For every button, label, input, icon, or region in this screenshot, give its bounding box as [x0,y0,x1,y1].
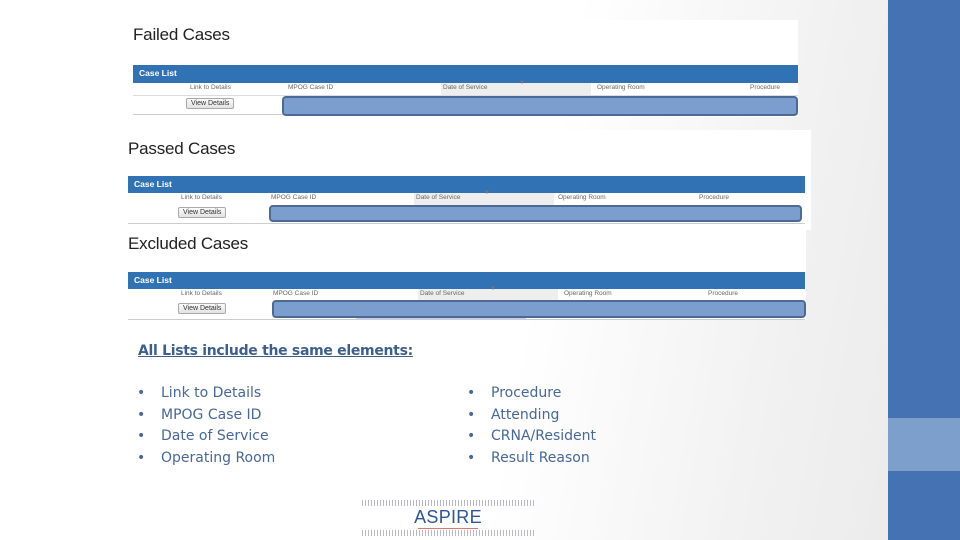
panel-title: Case List [134,179,172,189]
bullet-icon: • [137,406,146,423]
column-header[interactable]: MPOG Case ID [271,194,316,201]
side-bar-accent [888,418,960,471]
redaction-overlay [272,300,806,318]
list-item: • Procedure [467,385,562,401]
column-header[interactable]: Date of Service [420,290,464,297]
view-details-button[interactable]: View Details [178,303,227,314]
list-item: • Date of Service [137,428,269,445]
column-header[interactable]: Operating Room [597,84,645,91]
sort-caret-icon: ▼ [484,190,490,196]
logo-ruler-top [362,500,534,506]
sort-caret-icon: ▼ [490,286,496,292]
aspire-logo: ASPIRE [362,498,534,538]
bullet-icon: • [467,385,476,401]
column-header[interactable]: MPOG Case ID [288,84,333,91]
list-item: • CRNA/Resident [467,428,597,445]
view-details-button[interactable]: View Details [186,98,235,109]
summary-heading: All Lists include the same elements: [138,343,413,359]
column-header[interactable]: Link to Details [181,290,222,297]
elements-list-right: • Procedure • Attending • CRNA/Resident • Re… [467,385,596,472]
column-header[interactable]: Link to Details [181,194,222,201]
panel-title: Case List [139,68,177,78]
table-header: Link to Details MPOG Case ID Date of Ser… [133,80,798,96]
section-title: Passed Cases [128,139,236,158]
logo-text: ASPIRE [414,507,482,527]
pager-strip [356,318,526,320]
section-title: Excluded Cases [128,234,249,253]
excluded-cases-screenshot: Excluded Cases Case List Link to Details… [124,230,806,320]
bullet-icon: • [137,428,146,445]
column-header[interactable]: Procedure [699,194,729,201]
redaction-overlay [282,96,798,116]
case-list-panel-header: Case List [128,272,805,290]
column-header[interactable]: MPOG Case ID [273,290,318,297]
column-header[interactable]: Date of Service [443,84,487,91]
list-item: • MPOG Case ID [137,406,262,423]
column-header[interactable]: Date of Service [416,194,460,201]
sort-caret-icon: ▼ [519,80,525,86]
list-item: • Operating Room [137,450,276,467]
panel-title: Case List [134,275,172,285]
bullet-icon: • [467,406,476,423]
list-item: • Attending [467,406,560,423]
list-item: • Result Reason [467,450,590,467]
section-title: Failed Cases [133,25,230,44]
bullet-icon: • [137,450,146,467]
bullet-icon: • [467,450,476,467]
column-header[interactable]: Link to Details [190,84,231,91]
slide-side-bar [888,0,960,540]
elements-list-left: • Link to Details • MPOG Case ID • Date of … [137,385,275,472]
case-list-panel-header: Case List [133,65,798,83]
case-list-panel-header: Case List [128,176,805,194]
redaction-overlay [269,205,802,222]
failed-cases-screenshot: Failed Cases Case List Link to Details M… [127,20,798,117]
column-header[interactable]: Operating Room [564,290,612,297]
bullet-icon: • [467,428,476,445]
list-item: • Link to Details [137,385,262,401]
view-details-button[interactable]: View Details [178,207,227,218]
column-header[interactable]: Procedure [750,84,780,91]
column-header[interactable]: Operating Room [558,194,606,201]
column-header[interactable]: Procedure [708,290,738,297]
passed-cases-screenshot: Passed Cases Case List Link to Details M… [124,130,811,230]
bullet-icon: • [137,385,146,401]
logo-ruler-bottom [362,530,534,536]
